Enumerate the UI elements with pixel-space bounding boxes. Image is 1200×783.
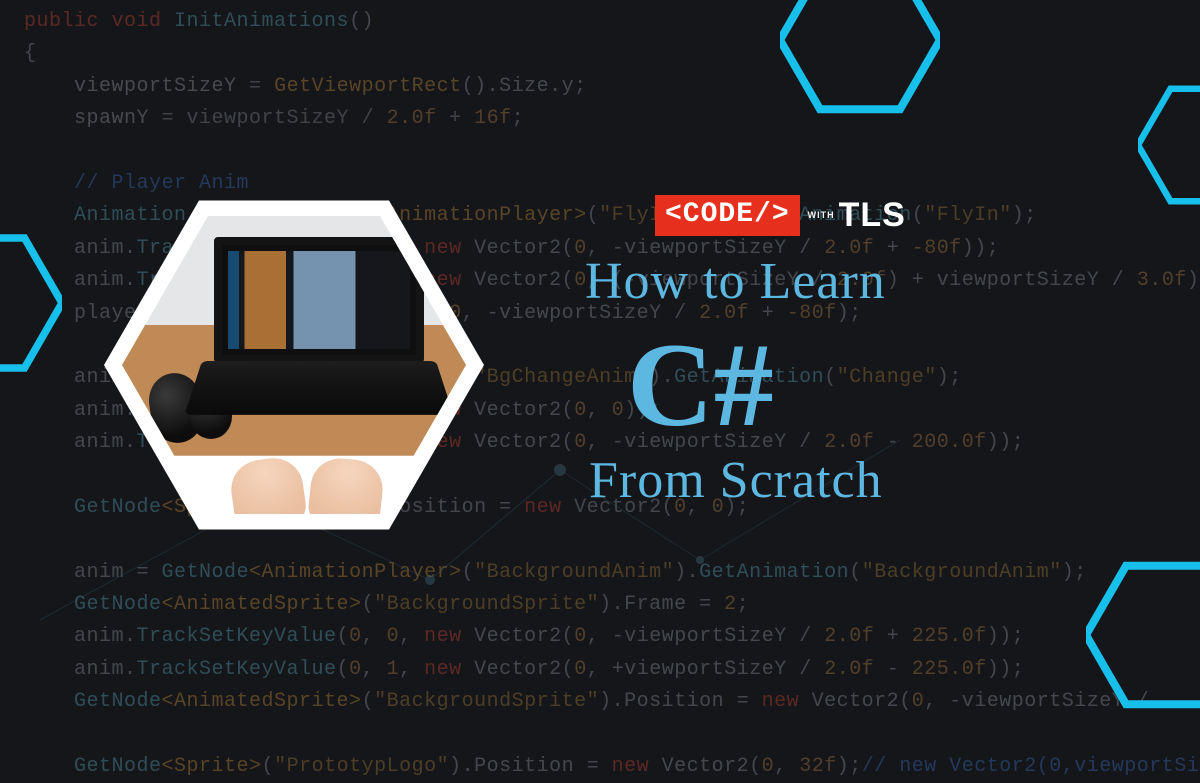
headline: How to Learn C# From Scratch <box>585 252 1165 510</box>
headline-line1: How to Learn <box>585 252 1165 311</box>
brand-name: TLS <box>839 196 906 235</box>
hero-hexagon-frame <box>104 175 484 555</box>
brand-logo: <CODE/> WITH TLS <box>655 195 906 236</box>
headline-language: C# <box>627 325 1165 445</box>
laptop-icon <box>214 237 424 437</box>
brand-with-label: WITH <box>808 211 835 220</box>
headline-line3: From Scratch <box>589 451 1165 510</box>
brand-badge: <CODE/> <box>655 195 800 236</box>
